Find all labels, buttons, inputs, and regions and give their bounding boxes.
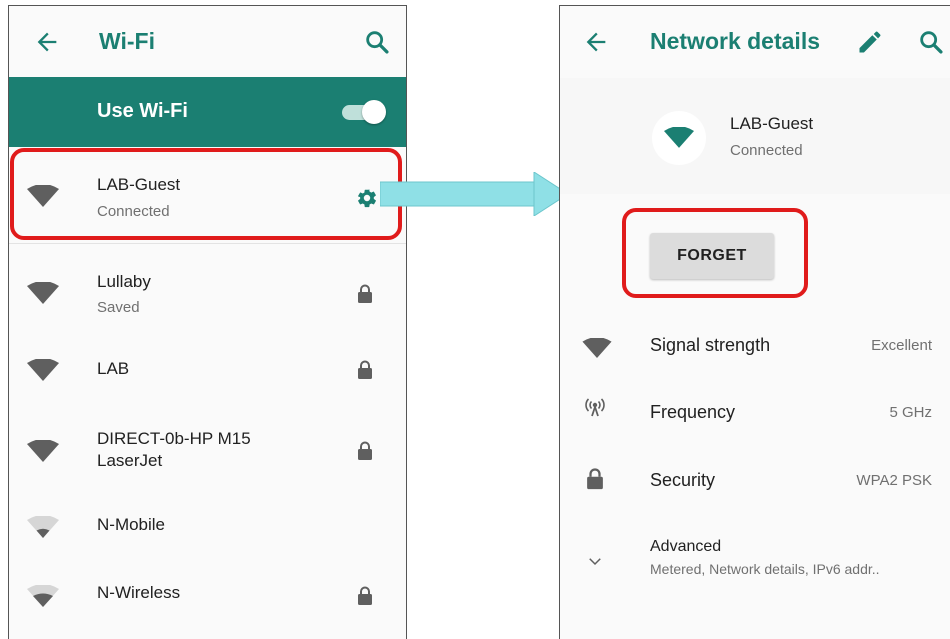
network-name: DIRECT-0b-HP M15 LaserJet — [97, 429, 251, 470]
network-row-lab[interactable]: LAB — [9, 330, 406, 410]
antenna-icon — [585, 398, 605, 417]
wifi-weak-icon — [27, 585, 59, 607]
use-wifi-label: Use Wi-Fi — [97, 100, 188, 122]
network-details-screen: Network details LAB-Guest Connected FORG… — [559, 5, 950, 639]
detail-label: Frequency — [650, 402, 736, 422]
network-status: Saved — [97, 299, 140, 316]
wifi-settings-screen: Wi-Fi Use Wi-Fi LAB-Guest Connected Lull… — [8, 5, 407, 639]
back-arrow-icon[interactable] — [582, 28, 610, 56]
search-icon[interactable] — [917, 28, 945, 56]
detail-value: Excellent — [871, 337, 932, 354]
wifi-strong-icon — [27, 359, 59, 381]
network-name: LAB — [97, 359, 130, 378]
detail-value: 5 GHz — [889, 404, 932, 421]
detail-value: WPA2 PSK — [856, 472, 932, 489]
wifi-strong-icon — [664, 127, 694, 148]
page-title: Wi-Fi — [99, 28, 155, 54]
highlight-box-forget — [622, 208, 808, 298]
network-name: N-Mobile — [97, 515, 166, 534]
advanced-row[interactable]: Advanced Metered, Network details, IPv6 … — [560, 538, 950, 586]
app-bar: Wi-Fi — [9, 6, 406, 78]
network-row-lullaby[interactable]: Lullaby Saved — [9, 244, 406, 330]
use-wifi-toggle[interactable] — [340, 100, 386, 124]
network-avatar — [652, 111, 706, 165]
detail-row-frequency: Frequency 5 GHz — [560, 393, 950, 433]
network-row-n-wireless[interactable]: N-Wireless — [9, 556, 406, 639]
back-arrow-icon[interactable] — [33, 28, 61, 56]
lock-icon — [358, 586, 372, 605]
search-icon[interactable] — [363, 28, 391, 56]
network-name: LAB-Guest — [730, 114, 814, 133]
network-status: Connected — [730, 142, 803, 159]
network-name: N-Wireless — [97, 583, 181, 602]
wifi-icon — [582, 338, 612, 358]
network-row-n-mobile[interactable]: N-Mobile — [9, 490, 406, 556]
advanced-label: Advanced — [650, 538, 722, 555]
detail-label: Signal strength — [650, 335, 771, 355]
network-row-direct-hp[interactable]: DIRECT-0b-HP M15 LaserJet — [9, 410, 406, 490]
wifi-strong-icon — [27, 440, 59, 462]
toggle-thumb — [362, 100, 386, 124]
lock-icon — [358, 360, 372, 379]
arrow-connector-icon — [380, 172, 568, 216]
lock-icon — [358, 284, 372, 303]
detail-row-security: Security WPA2 PSK — [560, 461, 950, 501]
page-title: Network details — [650, 28, 820, 54]
detail-label: Security — [650, 470, 716, 490]
edit-pencil-icon[interactable] — [856, 28, 884, 56]
wifi-strong-icon — [27, 282, 59, 304]
chevron-down-icon[interactable] — [586, 552, 604, 570]
detail-row-signal-strength: Signal strength Excellent — [560, 326, 950, 366]
app-bar: Network details — [560, 6, 950, 78]
lock-icon — [358, 441, 372, 460]
lock-icon — [587, 468, 603, 490]
wifi-weak-icon — [27, 516, 59, 538]
highlight-box-lab-guest — [10, 148, 402, 240]
advanced-summary: Metered, Network details, IPv6 addr.. — [650, 561, 880, 577]
network-name: Lullaby — [97, 272, 151, 291]
use-wifi-bar[interactable]: Use Wi-Fi — [9, 77, 406, 147]
network-header: LAB-Guest Connected — [560, 78, 950, 194]
